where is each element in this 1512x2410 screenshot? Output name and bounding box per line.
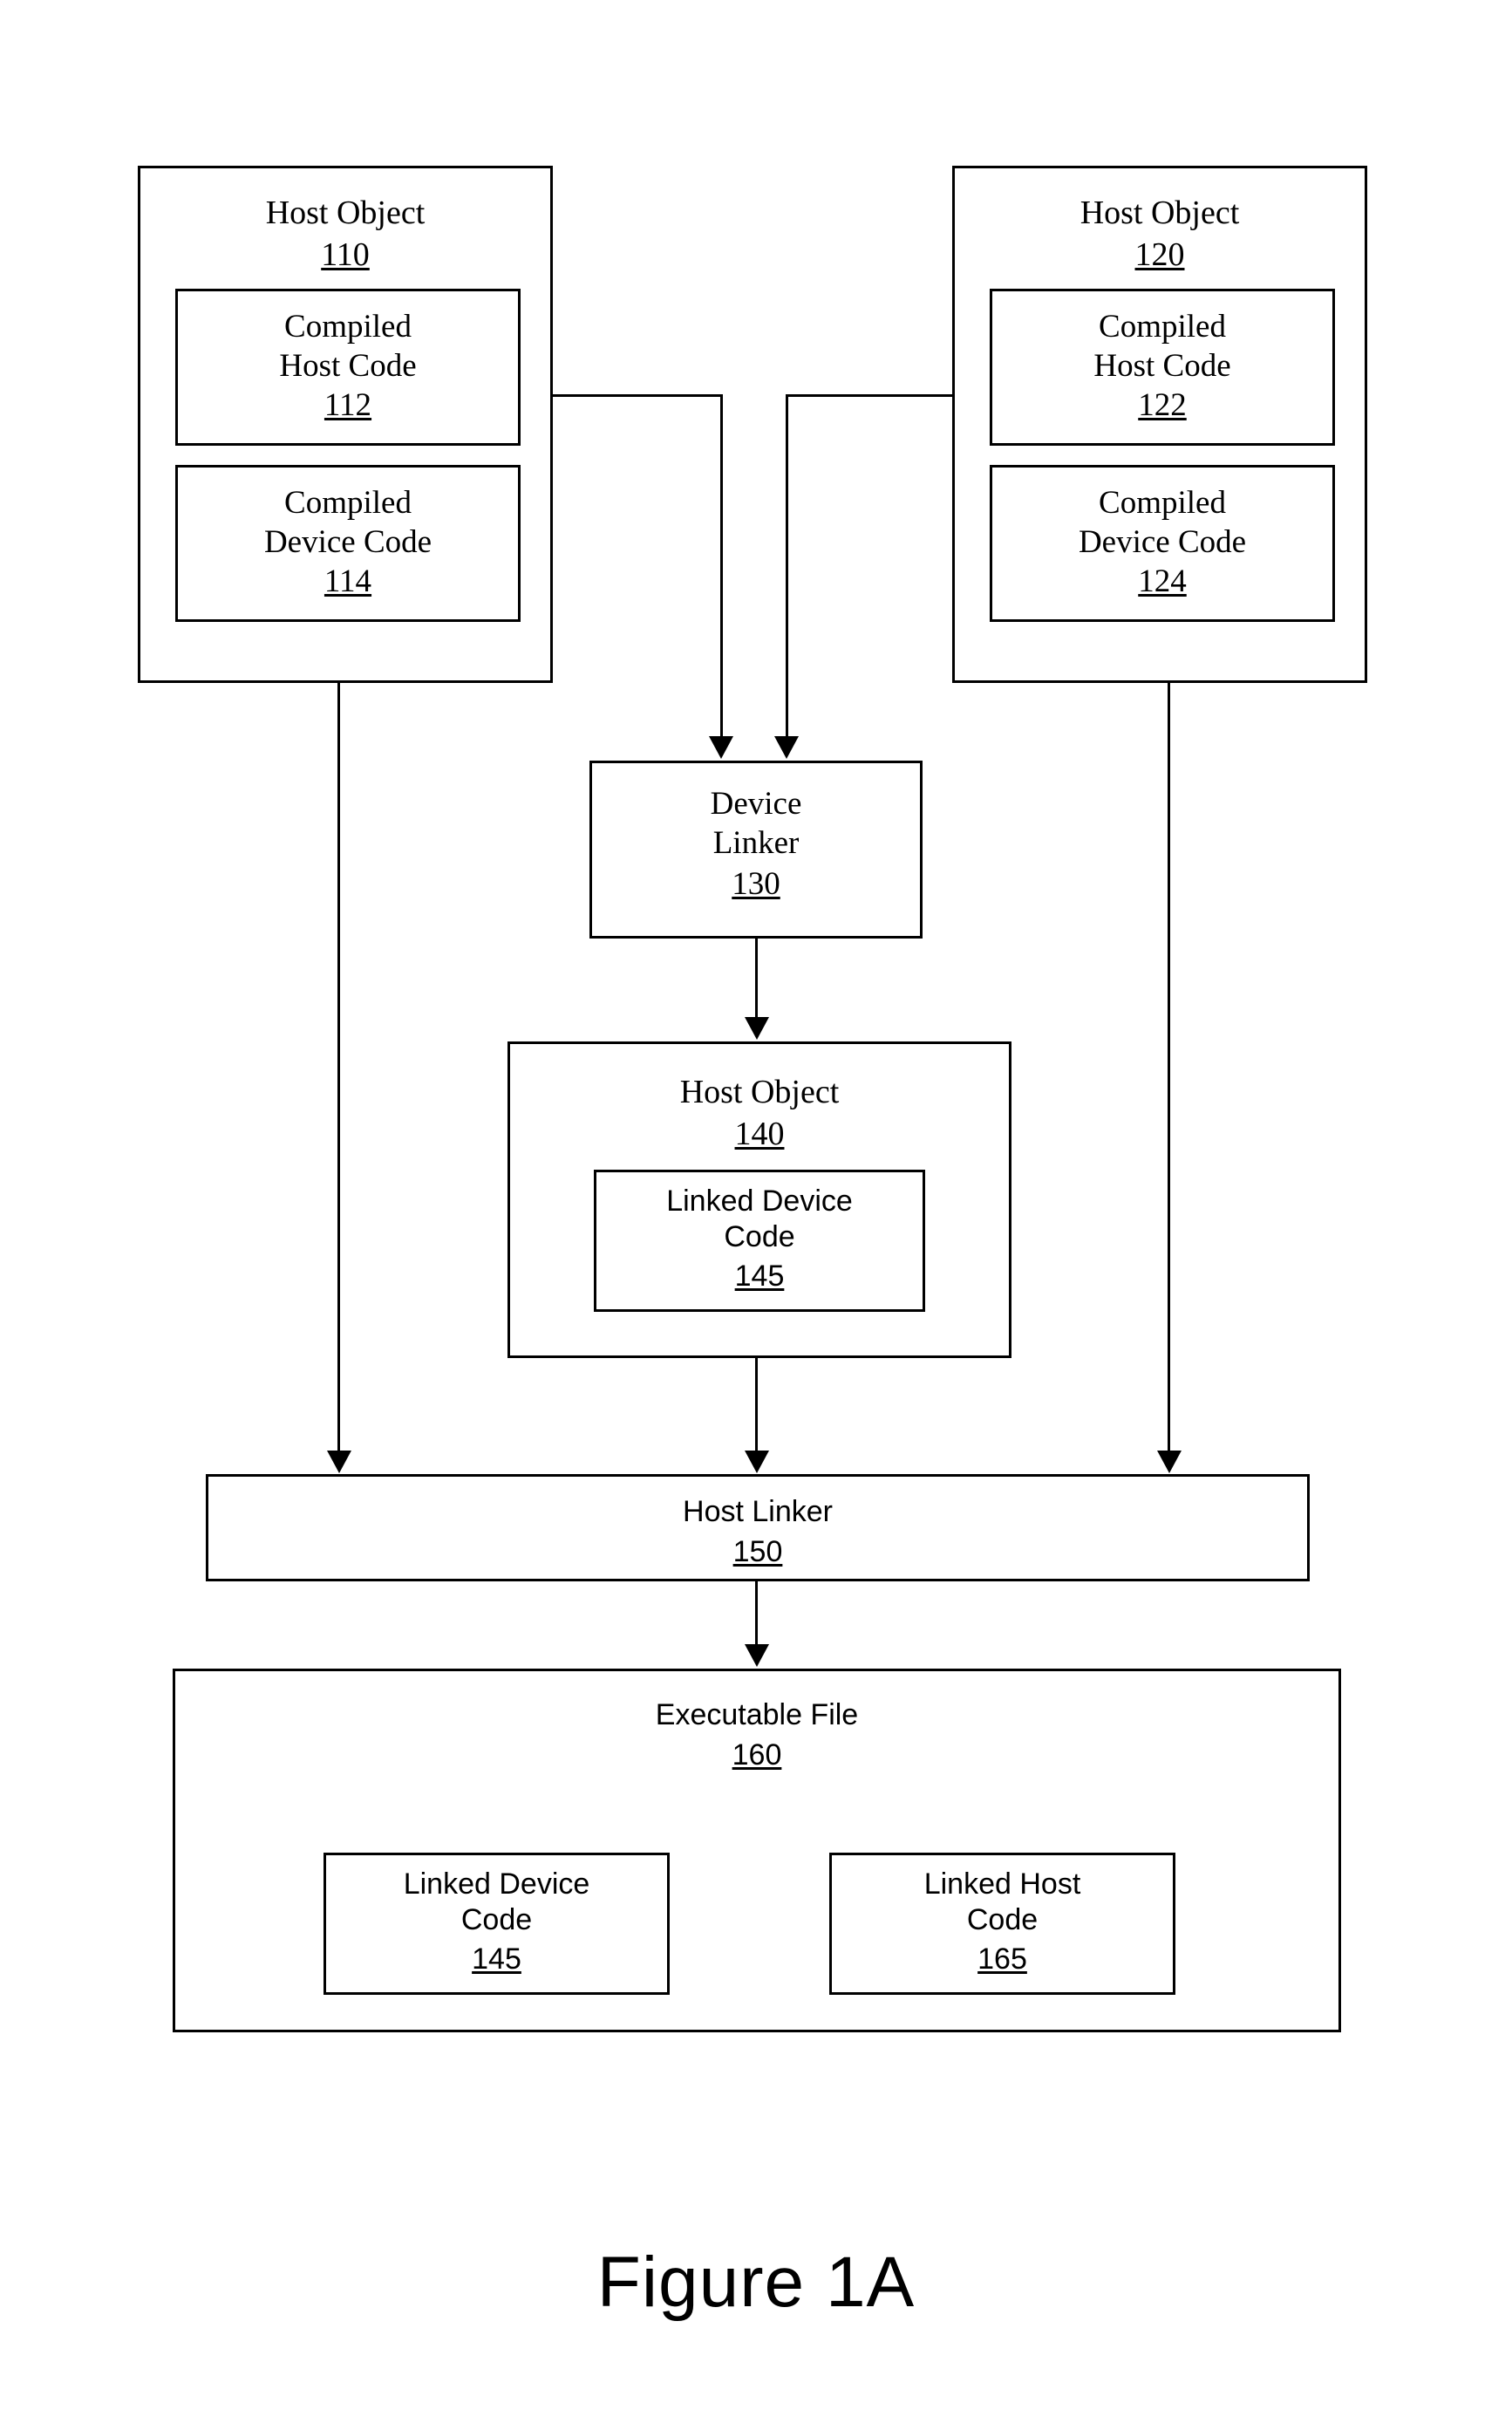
device-linker-130-title: Device Linker xyxy=(710,786,802,862)
figure-1a-diagram: Host Object 110 Compiled Host Code 112 C… xyxy=(0,0,1512,2410)
node-compiled-host-code-112[interactable]: Compiled Host Code 112 xyxy=(175,289,521,446)
connector-110-to-130-arrowhead xyxy=(709,736,733,759)
node-linked-device-code-145-in-140[interactable]: Linked Device Code 145 xyxy=(594,1170,925,1312)
host-object-110-title: Host Object xyxy=(265,195,426,231)
node-host-object-120[interactable]: Host Object 120 Compiled Host Code 122 C… xyxy=(952,166,1367,683)
host-object-120-title: Host Object xyxy=(1080,195,1240,231)
compiled-host-code-122-title: Compiled Host Code xyxy=(1093,309,1231,385)
node-compiled-device-code-114[interactable]: Compiled Device Code 114 xyxy=(175,465,521,622)
connector-120-to-150-arrowhead xyxy=(1157,1451,1182,1473)
host-object-120-ref: 120 xyxy=(1134,236,1185,273)
connector-140-to-150-arrowhead xyxy=(745,1451,769,1473)
node-compiled-device-code-124[interactable]: Compiled Device Code 124 xyxy=(990,465,1335,622)
compiled-host-code-112-ref: 112 xyxy=(324,387,372,423)
node-host-object-110[interactable]: Host Object 110 Compiled Host Code 112 C… xyxy=(138,166,553,683)
linked-device-code-145-in-160-title: Linked Device Code xyxy=(403,1867,590,1937)
compiled-host-code-112-title: Compiled Host Code xyxy=(279,309,417,385)
connector-120-to-130-arrowhead xyxy=(774,736,799,759)
host-linker-150-ref: 150 xyxy=(732,1535,783,1568)
device-linker-130-ref: 130 xyxy=(732,866,780,902)
host-linker-150-title: Host Linker xyxy=(683,1495,833,1528)
compiled-device-code-124-title: Compiled Device Code xyxy=(1078,485,1247,561)
node-host-object-140[interactable]: Host Object 140 Linked Device Code 145 xyxy=(507,1041,1011,1358)
connector-110-to-130-vertical xyxy=(720,394,723,736)
connector-110-to-150-arrowhead xyxy=(327,1451,351,1473)
linked-device-code-145-in-160-ref: 145 xyxy=(472,1942,521,1976)
node-linked-device-code-145-in-160[interactable]: Linked Device Code 145 xyxy=(324,1853,670,1995)
connector-120-to-130-horizontal xyxy=(786,394,955,397)
compiled-device-code-114-ref: 114 xyxy=(324,563,372,599)
linked-host-code-165-ref: 165 xyxy=(977,1942,1027,1976)
linked-device-code-145-ref: 145 xyxy=(734,1260,785,1293)
node-device-linker-130[interactable]: Device Linker 130 xyxy=(589,761,923,939)
connector-130-to-140-arrowhead xyxy=(745,1017,769,1040)
connector-150-to-160-arrowhead xyxy=(745,1644,769,1667)
host-object-140-title: Host Object xyxy=(679,1074,840,1110)
connector-120-to-150-vertical xyxy=(1168,683,1170,1451)
node-compiled-host-code-122[interactable]: Compiled Host Code 122 xyxy=(990,289,1335,446)
connector-110-to-150-vertical xyxy=(337,683,340,1451)
linked-device-code-145-title: Linked Device Code xyxy=(666,1185,853,1254)
connector-110-to-130-horizontal xyxy=(550,394,723,397)
compiled-device-code-114-title: Compiled Device Code xyxy=(263,485,432,561)
linked-host-code-165-title: Linked Host Code xyxy=(923,1867,1081,1937)
figure-caption: Figure 1A xyxy=(596,2243,916,2322)
host-object-140-ref: 140 xyxy=(734,1116,785,1152)
connector-130-to-140-vertical xyxy=(755,939,758,1019)
connector-140-to-150-vertical xyxy=(755,1358,758,1451)
node-linked-host-code-165[interactable]: Linked Host Code 165 xyxy=(829,1853,1175,1995)
connector-120-to-130-vertical xyxy=(786,394,788,736)
executable-file-160-title: Executable File xyxy=(655,1698,859,1731)
compiled-device-code-124-ref: 124 xyxy=(1138,563,1187,599)
node-host-linker-150[interactable]: Host Linker 150 xyxy=(206,1474,1310,1581)
node-executable-file-160[interactable]: Executable File 160 Linked Device Code 1… xyxy=(173,1669,1341,2032)
compiled-host-code-122-ref: 122 xyxy=(1138,387,1187,423)
connector-150-to-160-vertical xyxy=(755,1581,758,1644)
executable-file-160-ref: 160 xyxy=(732,1738,782,1772)
host-object-110-ref: 110 xyxy=(321,236,370,273)
